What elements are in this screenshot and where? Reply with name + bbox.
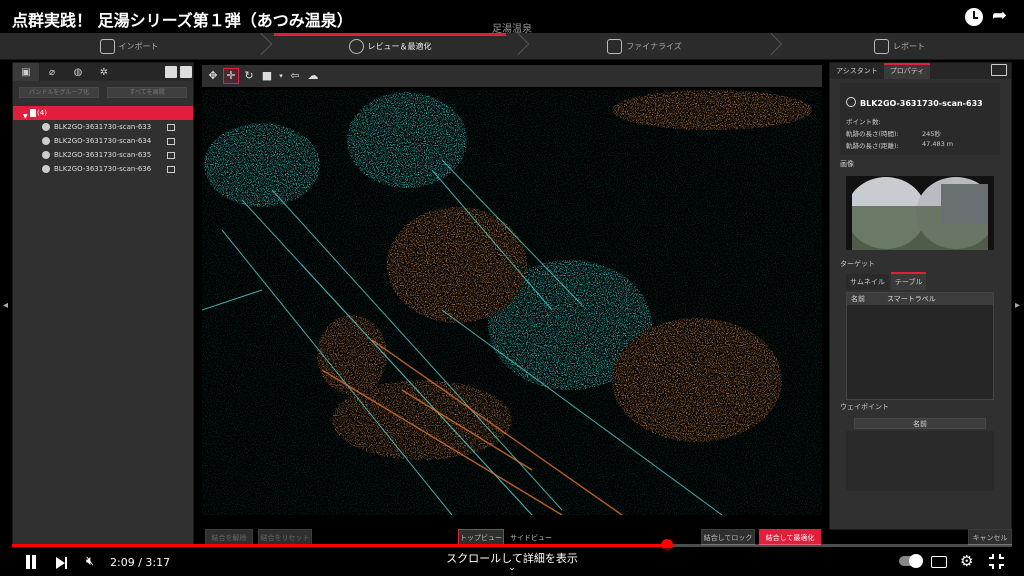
globe-tab-icon[interactable]: ◍: [65, 63, 91, 81]
expand-all-button[interactable]: すべてを展開: [107, 87, 187, 98]
folder-tab-icon[interactable]: ▣: [13, 63, 39, 81]
action-bar: 結合を解除 結合をリセット トップビュー サイドビュー 結合してロック 結合して…: [198, 529, 1014, 545]
target-table: 名前 スマートラベル: [846, 292, 994, 400]
scan-title: BLK2GO-3631730-scan-633: [846, 97, 983, 108]
step-label: インポート: [118, 42, 159, 51]
panorama-image: [846, 176, 994, 250]
subtitles-icon[interactable]: [931, 556, 947, 568]
column-header-smart-label[interactable]: スマートラベル: [883, 293, 936, 305]
target-tabs: サムネイル テーブル: [846, 272, 994, 290]
top-view-button[interactable]: トップビュー: [458, 529, 504, 545]
maximize-panel-icon[interactable]: [991, 64, 1007, 76]
scan-group-row[interactable]: ▼ (4): [13, 106, 193, 120]
image-icon[interactable]: [167, 165, 175, 173]
orbit-icon[interactable]: ✥: [206, 69, 220, 83]
scan-name: BLK2GO-3631730-scan-634: [54, 137, 152, 145]
image-icon[interactable]: [167, 151, 175, 159]
import-icon: [99, 39, 115, 54]
waypoint-section-label: ウェイポイント: [840, 403, 889, 411]
point-cloud-render: [202, 90, 822, 515]
target-section-label: ターゲット: [840, 260, 875, 268]
viewer-toolbar: ✥ ✛ ↻ ■ ▾ ⇦ ☁: [202, 65, 822, 87]
tab-thumbnail[interactable]: サムネイル: [846, 274, 889, 290]
panorama-thumbnail[interactable]: [846, 176, 994, 250]
review-optimize-icon: [348, 39, 364, 54]
step-review-optimize[interactable]: レビュー＆最適化: [266, 33, 514, 60]
finalize-icon: [607, 39, 623, 54]
merge-lock-button[interactable]: 結合してロック: [701, 529, 755, 545]
list-item[interactable]: BLK2GO-3631730-scan-635: [13, 148, 193, 162]
unmerge-button[interactable]: 結合を解除: [205, 529, 253, 545]
list-item[interactable]: BLK2GO-3631730-scan-633: [13, 120, 193, 134]
prop-value: 47.483 m: [922, 140, 954, 148]
scan-name: BLK2GO-3631730-scan-635: [54, 151, 152, 159]
group-bundles-button[interactable]: パンドルをグループ化: [19, 87, 99, 98]
expand-icon[interactable]: [165, 66, 177, 78]
tab-properties[interactable]: プロパティ: [883, 63, 931, 79]
step-label: レポート: [893, 42, 925, 51]
scan-icon: [42, 137, 50, 145]
step-import[interactable]: インポート: [0, 33, 258, 60]
prop-value: 245秒: [922, 130, 941, 138]
exit-fullscreen-icon[interactable]: [989, 554, 1004, 569]
workflow-step-bar: インポート レビュー＆最適化 ファイナライズ レポート: [0, 33, 1024, 60]
merge-optimize-button[interactable]: 結合して最適化: [759, 529, 821, 545]
back-arrow-icon[interactable]: ⇦: [288, 69, 302, 83]
collapse-icon[interactable]: [180, 66, 192, 78]
waypoint-list: [846, 431, 994, 491]
app-window-caption: 足湯温泉: [492, 24, 532, 35]
step-report[interactable]: レポート: [775, 33, 1024, 60]
scan-icon: [42, 151, 50, 159]
tab-assistant[interactable]: アシスタント: [830, 63, 884, 79]
collapse-right-arrow-icon[interactable]: ▸: [1015, 300, 1020, 311]
box-select-icon[interactable]: ■: [260, 69, 274, 83]
collapse-left-arrow-icon[interactable]: ◂: [3, 300, 8, 311]
properties-panel: アシスタント プロパティ BLK2GO-3631730-scan-633 ポイン…: [829, 62, 1012, 530]
cancel-button[interactable]: キャンセル: [968, 529, 1012, 545]
scan-name: BLK2GO-3631730-scan-636: [54, 165, 152, 173]
prop-label: 軌跡の長さ(時間):: [846, 130, 899, 138]
image-section-label: 画像: [840, 160, 854, 168]
pan-icon[interactable]: ✛: [223, 68, 239, 84]
column-header-name[interactable]: 名前: [847, 293, 883, 305]
autoplay-toggle[interactable]: [899, 554, 923, 568]
side-view-button[interactable]: サイドビュー: [508, 529, 554, 545]
image-icon[interactable]: [167, 123, 175, 131]
step-finalize[interactable]: ファイナライズ: [522, 33, 767, 60]
group-count: (4): [37, 109, 47, 117]
waypoint-name-header[interactable]: 名前: [854, 418, 986, 429]
chevron-down-icon[interactable]: ▾: [278, 69, 284, 83]
scan-properties: BLK2GO-3631730-scan-633 ポイント数: 軌跡の長さ(時間)…: [840, 83, 1000, 155]
report-icon: [874, 39, 889, 54]
scan-icon: [42, 165, 50, 173]
scan-list-panel: ▣ ⌀ ◍ ✲ パンドルをグループ化 すべてを展開 ▼ (4) BLK2GO-3…: [12, 62, 194, 546]
scan-icon: [42, 123, 50, 131]
bundle-icon: [30, 109, 36, 117]
chevron-down-icon[interactable]: ⌄: [506, 563, 518, 573]
reset-merge-button[interactable]: 結合をリセット: [258, 529, 312, 545]
rotate-icon[interactable]: ↻: [242, 69, 256, 83]
right-panel-tabs: アシスタント プロパティ: [830, 63, 1011, 79]
table-header: 名前 スマートラベル: [847, 293, 993, 305]
point-cloud-viewport[interactable]: [202, 90, 822, 515]
tab-table[interactable]: テーブル: [890, 272, 927, 290]
video-progress-bar[interactable]: [12, 539, 1012, 551]
link-tab-icon[interactable]: ⌀: [39, 63, 65, 81]
prop-label: 軌跡の長さ(距離):: [846, 142, 899, 150]
image-icon[interactable]: [167, 137, 175, 145]
prop-label: ポイント数:: [846, 118, 881, 126]
list-item[interactable]: BLK2GO-3631730-scan-636: [13, 162, 193, 176]
gear-icon[interactable]: ⚙: [960, 554, 973, 569]
scan-name: BLK2GO-3631730-scan-633: [54, 123, 152, 131]
cloud-icon[interactable]: ☁: [306, 69, 320, 83]
step-label: ファイナライズ: [626, 42, 682, 51]
list-item[interactable]: BLK2GO-3631730-scan-634: [13, 134, 193, 148]
settings-tab-icon[interactable]: ✲: [91, 63, 117, 81]
step-label: レビュー＆最適化: [367, 42, 432, 51]
progress-played: [12, 544, 667, 547]
